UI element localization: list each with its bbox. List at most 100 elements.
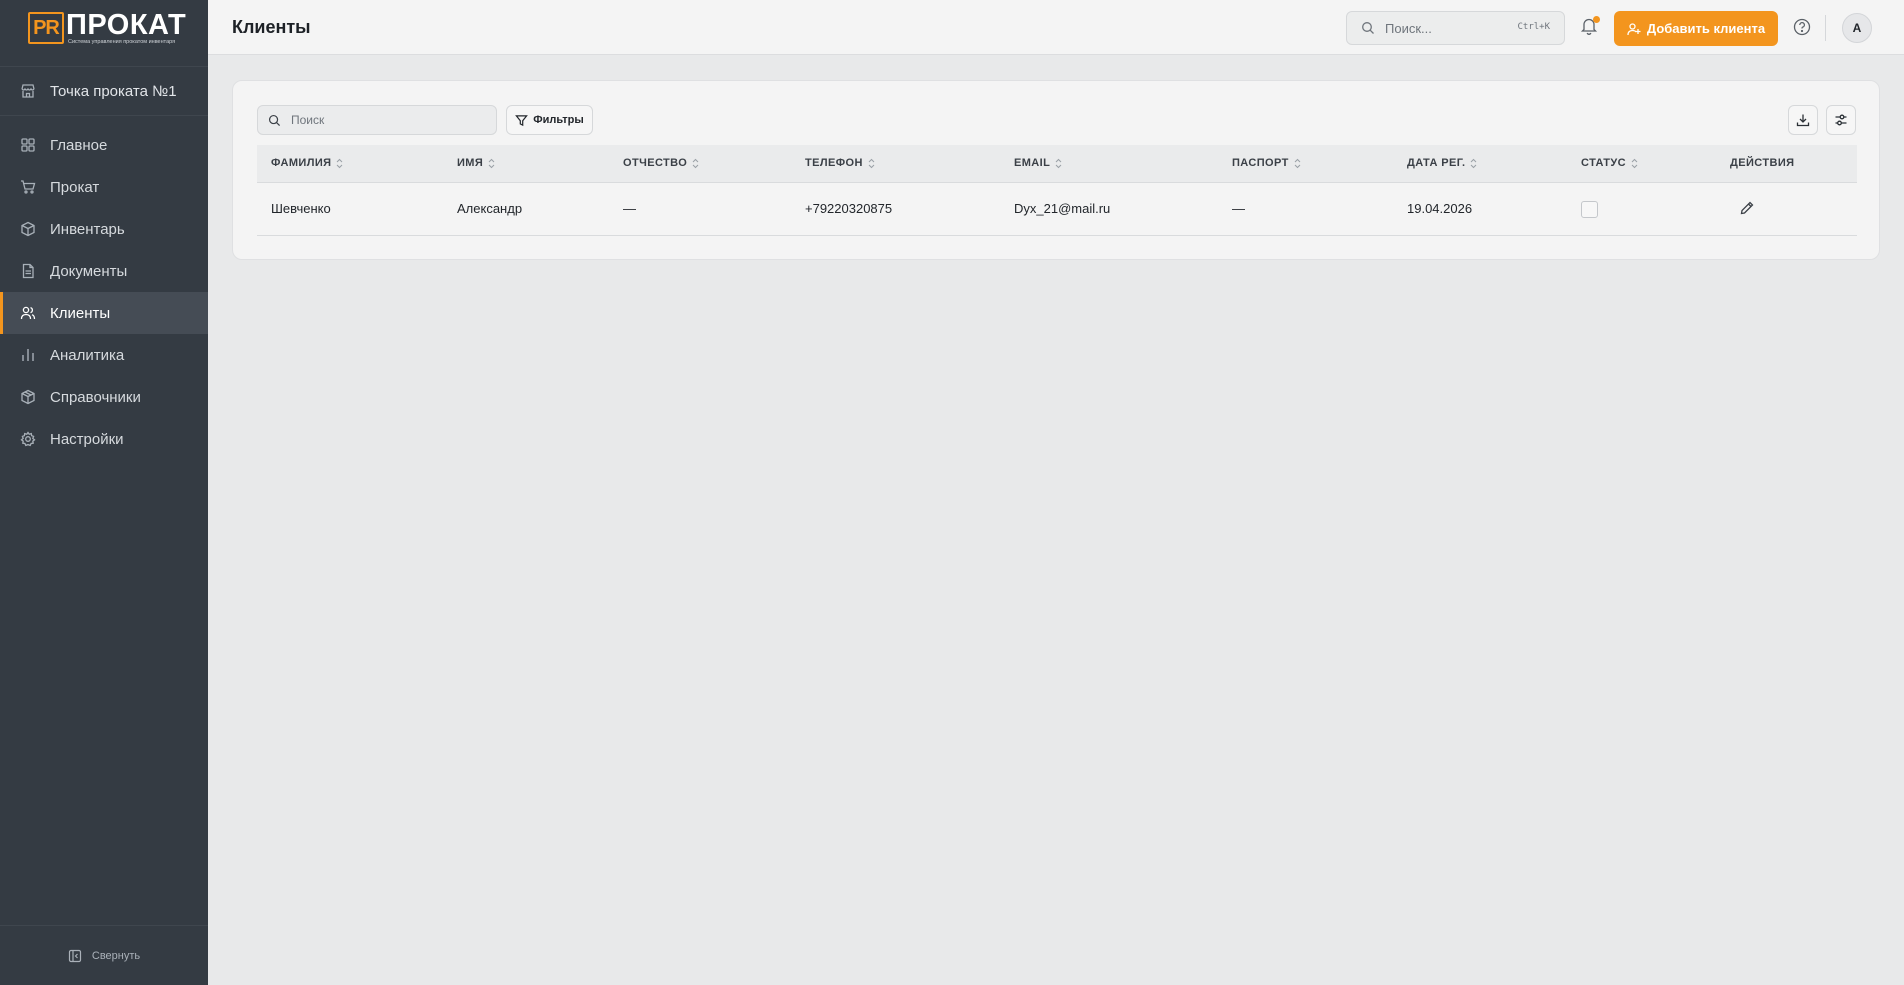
sidebar-item-label: Документы xyxy=(50,262,128,280)
sidebar-item-label: Настройки xyxy=(50,430,124,448)
search-icon xyxy=(1361,21,1375,35)
column-settings-button[interactable] xyxy=(1826,105,1856,135)
sort-icon xyxy=(868,158,875,169)
sidebar-item-main[interactable]: Главное xyxy=(0,124,208,166)
sort-icon xyxy=(692,158,699,169)
bar-chart-icon xyxy=(20,347,36,363)
sidebar-item-label: Главное xyxy=(50,136,108,154)
search-icon xyxy=(268,114,281,127)
sidebar-item-documents[interactable]: Документы xyxy=(0,250,208,292)
sort-icon xyxy=(1631,158,1638,169)
column-header-label: ПАСПОРТ xyxy=(1232,157,1289,169)
global-search-input[interactable]: Поиск... Ctrl+K xyxy=(1346,11,1565,45)
sidebar-nav: Главное Прокат Инвентарь Документы Клиен… xyxy=(0,124,208,460)
rental-point-label: Точка проката №1 xyxy=(50,82,177,100)
download-icon xyxy=(1796,113,1810,127)
sort-icon xyxy=(1470,158,1477,169)
page-title: Клиенты xyxy=(232,17,311,37)
column-header-first-name[interactable]: ИМЯ xyxy=(457,157,495,169)
sidebar-item-clients[interactable]: Клиенты xyxy=(0,292,208,334)
cell-reg-date: 19.04.2026 xyxy=(1407,201,1473,216)
cell-middle-name: — xyxy=(623,201,636,216)
column-header-email[interactable]: EMAIL xyxy=(1014,157,1062,169)
sort-icon xyxy=(1294,158,1301,169)
column-header-label: ТЕЛЕФОН xyxy=(805,157,863,169)
filters-button[interactable]: Фильтры xyxy=(506,105,593,135)
store-icon xyxy=(20,83,36,99)
sort-icon xyxy=(1055,158,1062,169)
sort-icon xyxy=(488,158,495,169)
column-header-middle-name[interactable]: ОТЧЕСТВО xyxy=(623,157,699,169)
sidebar: PR ПРОКАТ Система управления прокатом ин… xyxy=(0,0,208,985)
add-user-icon xyxy=(1627,22,1641,36)
dashboard-grid-icon xyxy=(20,137,36,153)
column-header-label: ФАМИЛИЯ xyxy=(271,157,332,169)
cell-passport: — xyxy=(1232,201,1245,216)
sliders-icon xyxy=(1834,113,1848,127)
box-icon xyxy=(20,221,36,237)
column-header-actions: ДЕЙСТВИЯ xyxy=(1730,157,1794,169)
sidebar-item-label: Аналитика xyxy=(50,346,125,364)
table-header: ФАМИЛИЯ ИМЯ ОТЧЕСТВО ТЕЛЕФОН EMAIL ПАСПО… xyxy=(257,145,1857,183)
pencil-icon xyxy=(1740,201,1754,215)
sidebar-item-inventory[interactable]: Инвентарь xyxy=(0,208,208,250)
filter-icon xyxy=(515,114,529,127)
export-button[interactable] xyxy=(1788,105,1818,135)
help-icon xyxy=(1793,18,1811,36)
sidebar-item-analytics[interactable]: Аналитика xyxy=(0,334,208,376)
sidebar-item-label: Клиенты xyxy=(50,304,111,322)
table-search-input[interactable]: Поиск xyxy=(257,105,497,135)
clients-card: Поиск Фильтры ФАМИЛИЯ ИМЯ ОТЧЕСТВО ТЕЛЕФ… xyxy=(232,80,1880,260)
column-header-label: СТАТУС xyxy=(1581,157,1626,169)
table-row[interactable]: Шевченко Александр — +79220320875 Dyx_21… xyxy=(257,183,1857,236)
document-icon xyxy=(20,263,36,279)
notification-dot xyxy=(1593,16,1600,23)
catalog-icon xyxy=(20,389,36,405)
column-header-label: EMAIL xyxy=(1014,157,1051,169)
sidebar-item-rental[interactable]: Прокат xyxy=(0,166,208,208)
column-header-reg-date[interactable]: ДАТА РЕГ. xyxy=(1407,157,1477,169)
add-client-button[interactable]: Добавить клиента xyxy=(1614,11,1778,46)
edit-client-button[interactable] xyxy=(1739,200,1756,217)
sort-icon xyxy=(336,158,343,169)
top-header: Клиенты Поиск... Ctrl+K Добавить клиента… xyxy=(208,0,1904,55)
column-header-last-name[interactable]: ФАМИЛИЯ xyxy=(271,157,343,169)
logo-mark: PR xyxy=(28,12,64,44)
cell-email: Dyx_21@mail.ru xyxy=(1014,201,1111,216)
cell-phone: +79220320875 xyxy=(805,201,893,216)
gear-icon xyxy=(20,431,36,447)
search-shortcut: Ctrl+K xyxy=(1517,22,1550,32)
table-search-placeholder: Поиск xyxy=(291,113,325,127)
clients-table: ФАМИЛИЯ ИМЯ ОТЧЕСТВО ТЕЛЕФОН EMAIL ПАСПО… xyxy=(257,145,1857,236)
help-button[interactable] xyxy=(1793,18,1811,36)
cell-last-name: Шевченко xyxy=(271,201,331,216)
collapse-label: Свернуть xyxy=(91,949,141,962)
cell-first-name: Александр xyxy=(457,201,523,216)
column-header-label: ДАТА РЕГ. xyxy=(1407,157,1466,169)
collapse-icon xyxy=(68,949,82,963)
user-avatar[interactable]: A xyxy=(1842,13,1872,43)
collapse-sidebar-button[interactable]: Свернуть xyxy=(0,925,208,985)
column-header-label: ДЕЙСТВИЯ xyxy=(1730,157,1795,169)
sidebar-item-label: Инвентарь xyxy=(50,220,125,238)
logo[interactable]: PR ПРОКАТ Система управления прокатом ин… xyxy=(28,10,186,46)
rental-point-selector[interactable]: Точка проката №1 xyxy=(0,66,208,116)
header-divider xyxy=(1825,15,1826,41)
status-checkbox[interactable] xyxy=(1581,201,1598,218)
column-header-status[interactable]: СТАТУС xyxy=(1581,157,1638,169)
global-search-placeholder: Поиск... xyxy=(1385,20,1432,36)
filters-label: Фильтры xyxy=(533,114,584,126)
logo-name: ПРОКАТ xyxy=(66,9,187,41)
sidebar-item-label: Прокат xyxy=(50,178,100,196)
logo-tagline: Система управления прокатом инвентаря xyxy=(68,39,176,45)
column-header-label: ИМЯ xyxy=(457,157,484,169)
notifications-button[interactable] xyxy=(1580,16,1600,38)
cart-icon xyxy=(20,179,36,195)
users-icon xyxy=(20,305,36,321)
column-header-passport[interactable]: ПАСПОРТ xyxy=(1232,157,1301,169)
column-header-phone[interactable]: ТЕЛЕФОН xyxy=(805,157,875,169)
sidebar-item-catalogs[interactable]: Справочники xyxy=(0,376,208,418)
add-client-label: Добавить клиента xyxy=(1646,21,1766,36)
sidebar-item-label: Справочники xyxy=(50,388,141,406)
sidebar-item-settings[interactable]: Настройки xyxy=(0,418,208,460)
